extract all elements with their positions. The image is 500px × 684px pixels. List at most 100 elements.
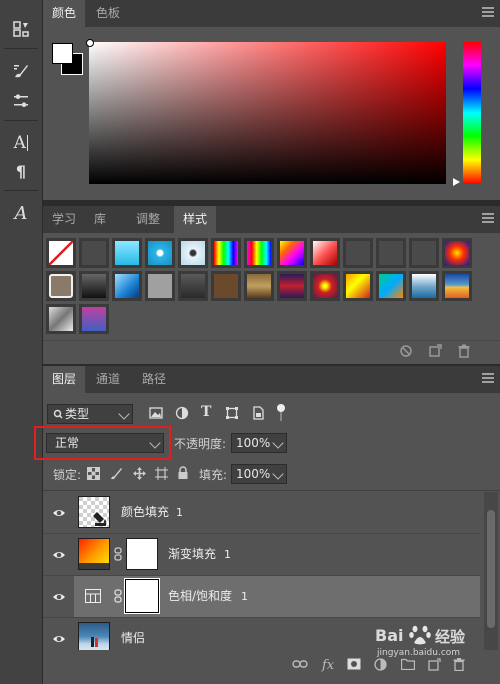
style-swatch-preview bbox=[445, 241, 469, 265]
style-swatch[interactable] bbox=[343, 271, 373, 301]
color-picker-cursor[interactable] bbox=[86, 39, 94, 47]
filter-shape-icon[interactable] bbox=[225, 406, 239, 423]
character-icon[interactable]: A bbox=[6, 130, 36, 156]
style-swatch[interactable] bbox=[376, 238, 406, 268]
style-swatch-preview bbox=[49, 274, 73, 298]
style-swatch-preview bbox=[82, 307, 106, 331]
style-swatch[interactable] bbox=[79, 271, 109, 301]
history-icon[interactable] bbox=[6, 16, 36, 42]
layer-filter-dropdown[interactable]: 类型 bbox=[47, 404, 133, 424]
layer-suffix: 1 bbox=[241, 590, 248, 603]
filter-smart-object-icon[interactable] bbox=[251, 406, 265, 423]
layer-row[interactable]: 颜色填充 1 bbox=[43, 492, 480, 533]
brush-icon[interactable] bbox=[6, 58, 36, 84]
style-swatch[interactable] bbox=[310, 271, 340, 301]
style-swatch[interactable] bbox=[343, 238, 373, 268]
filter-pixel-icon[interactable] bbox=[149, 406, 163, 423]
tab-swatches[interactable]: 色板 bbox=[87, 0, 129, 27]
tab-paths[interactable]: 路径 bbox=[133, 366, 175, 393]
link-icon[interactable] bbox=[114, 589, 122, 606]
filter-toggle-switch[interactable] bbox=[277, 404, 285, 422]
layer-suffix: 1 bbox=[224, 548, 231, 561]
hue-slider-marker[interactable] bbox=[453, 178, 460, 186]
tab-channels[interactable]: 通道 bbox=[87, 366, 129, 393]
tab-learn[interactable]: 学习 bbox=[43, 206, 85, 233]
tab-styles[interactable]: 样式 bbox=[174, 206, 217, 233]
lock-brush-icon[interactable] bbox=[110, 467, 123, 483]
opacity-label: 不透明度: bbox=[174, 437, 227, 451]
lock-artboard-icon[interactable] bbox=[155, 467, 168, 483]
panel-menu-icon[interactable] bbox=[482, 213, 494, 223]
saturation-value-field[interactable] bbox=[89, 42, 446, 184]
style-swatch[interactable] bbox=[310, 238, 340, 268]
delete-style-icon[interactable] bbox=[457, 344, 471, 361]
tab-layers[interactable]: 图层 bbox=[43, 366, 86, 393]
watermark-logo: Bai 经验 jingyan.baidu.com bbox=[375, 625, 466, 658]
panel-menu-icon[interactable] bbox=[482, 373, 494, 383]
style-swatch[interactable] bbox=[442, 238, 472, 268]
style-swatch[interactable] bbox=[442, 271, 472, 301]
filter-adjustment-icon[interactable] bbox=[175, 406, 189, 423]
style-swatch-preview bbox=[82, 241, 106, 265]
style-swatch[interactable] bbox=[112, 238, 142, 268]
style-swatch-preview bbox=[412, 241, 436, 265]
lock-all-icon[interactable] bbox=[177, 466, 189, 483]
eye-icon[interactable] bbox=[52, 590, 66, 604]
lock-transparent-icon[interactable] bbox=[87, 467, 100, 483]
layer-mask-thumbnail[interactable] bbox=[126, 538, 158, 570]
tab-libraries[interactable]: 库 bbox=[85, 206, 115, 233]
eye-icon[interactable] bbox=[52, 632, 66, 646]
style-swatch[interactable] bbox=[178, 238, 208, 268]
paragraph-icon[interactable]: ¶ bbox=[6, 158, 36, 184]
style-swatch[interactable] bbox=[79, 304, 109, 334]
layer-row[interactable]: 渐变填充 1 bbox=[43, 534, 480, 575]
style-swatch[interactable] bbox=[376, 271, 406, 301]
style-swatch[interactable] bbox=[211, 238, 241, 268]
foreground-color-swatch[interactable] bbox=[52, 43, 73, 64]
style-swatch[interactable] bbox=[46, 238, 76, 268]
style-swatch[interactable] bbox=[46, 304, 76, 334]
layer-thumbnail bbox=[78, 496, 110, 528]
eye-icon[interactable] bbox=[52, 548, 66, 562]
style-swatch-preview bbox=[148, 274, 172, 298]
style-swatch[interactable] bbox=[145, 238, 175, 268]
chevron-down-icon bbox=[149, 437, 161, 449]
filter-type-icon[interactable]: T bbox=[201, 404, 211, 420]
fx-icon[interactable]: fx bbox=[322, 658, 334, 673]
style-swatch[interactable] bbox=[277, 271, 307, 301]
style-swatch[interactable] bbox=[145, 271, 175, 301]
style-swatch[interactable] bbox=[409, 271, 439, 301]
glyphs-icon[interactable]: A bbox=[6, 200, 36, 226]
style-swatch[interactable] bbox=[409, 238, 439, 268]
fill-field[interactable]: 100% bbox=[231, 464, 287, 484]
chevron-down-icon bbox=[118, 408, 130, 420]
style-swatch[interactable] bbox=[178, 271, 208, 301]
lock-move-icon[interactable] bbox=[133, 467, 146, 483]
blend-mode-dropdown[interactable]: 正常 bbox=[46, 433, 164, 453]
scrollbar-thumb[interactable] bbox=[487, 510, 495, 628]
style-swatch[interactable] bbox=[112, 271, 142, 301]
eye-icon[interactable] bbox=[52, 506, 66, 520]
link-icon[interactable] bbox=[114, 547, 122, 564]
clear-style-icon[interactable] bbox=[399, 344, 413, 361]
adjustments-icon[interactable] bbox=[6, 88, 36, 114]
layer-mask-thumbnail[interactable] bbox=[124, 578, 160, 614]
layer-row-selected[interactable]: 色相/饱和度 1 bbox=[43, 576, 480, 617]
style-swatch[interactable] bbox=[46, 271, 76, 301]
tab-color[interactable]: 颜色 bbox=[43, 0, 86, 27]
new-style-icon[interactable] bbox=[428, 344, 442, 361]
style-swatch-preview bbox=[445, 274, 469, 298]
style-swatch[interactable] bbox=[244, 238, 274, 268]
tab-adjustments[interactable]: 调整 bbox=[127, 206, 169, 233]
opacity-field[interactable]: 100% bbox=[231, 433, 287, 453]
style-swatch[interactable] bbox=[244, 271, 274, 301]
add-mask-icon[interactable] bbox=[347, 658, 361, 674]
style-swatch-preview bbox=[379, 274, 403, 298]
style-swatch[interactable] bbox=[277, 238, 307, 268]
link-layers-icon[interactable] bbox=[292, 658, 308, 674]
hue-slider[interactable] bbox=[463, 42, 481, 184]
style-swatch-preview bbox=[247, 274, 271, 298]
panel-menu-icon[interactable] bbox=[482, 7, 494, 17]
style-swatch[interactable] bbox=[211, 271, 241, 301]
style-swatch[interactable] bbox=[79, 238, 109, 268]
